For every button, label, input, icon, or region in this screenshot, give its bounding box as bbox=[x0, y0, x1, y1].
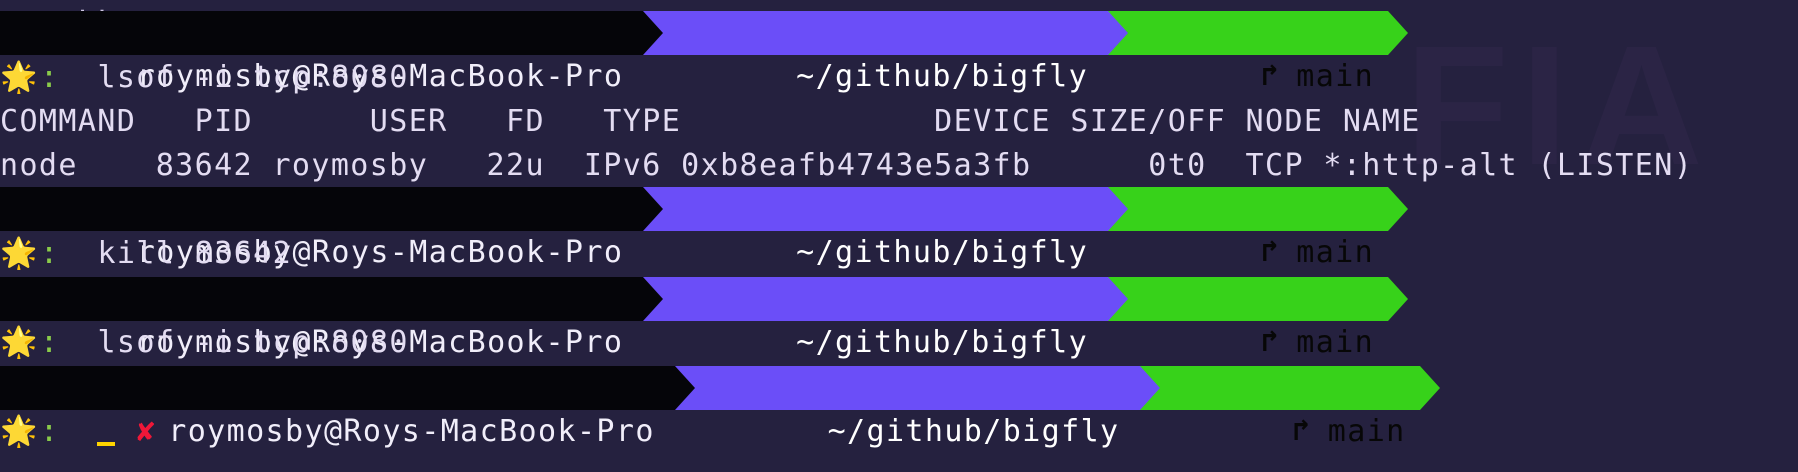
command-line-3[interactable]: 🌟: lsof -i tcp:8080 bbox=[0, 321, 409, 365]
command-line-1[interactable]: 🌟: lsof -i tcp:8080 bbox=[0, 56, 409, 100]
git-branch-icon: ↱ bbox=[1292, 413, 1312, 448]
prompt-git-arrow-icon bbox=[1388, 277, 1409, 321]
prompt-colon: : bbox=[40, 60, 60, 95]
prompt-user-arrow-icon bbox=[643, 277, 664, 321]
prompt-git-segment: ↱ main bbox=[1108, 11, 1409, 94]
prompt-path-segment: ~/github/bigfly bbox=[674, 366, 1160, 449]
git-branch-name: main bbox=[1296, 235, 1375, 270]
prompt-path-arrow-icon bbox=[1108, 277, 1129, 321]
prompt-colon: : bbox=[40, 414, 60, 449]
prompt-user-segment: roymosby@Roys-MacBook-Pro bbox=[0, 187, 664, 270]
git-branch-name: main bbox=[1327, 414, 1406, 449]
prompt-git-segment: ↱ main bbox=[1139, 366, 1440, 449]
git-branch-name: main bbox=[1296, 59, 1375, 94]
prompt-git-arrow-icon bbox=[1388, 187, 1409, 231]
star-icon: 🌟 bbox=[0, 60, 39, 95]
prompt-path-segment: ~/github/bigfly bbox=[643, 187, 1129, 270]
prompt-path-segment: ~/github/bigfly bbox=[643, 277, 1129, 360]
command-line-2[interactable]: 🌟: kill 83642 bbox=[0, 232, 292, 276]
prompt-user-arrow-icon bbox=[643, 11, 664, 55]
prompt-user-segment: roymosby@Roys-MacBook-Pro bbox=[0, 11, 664, 94]
text-cursor bbox=[97, 442, 116, 446]
lsof-output-row: node 83642 roymosby 22u IPv6 0xb8eafb474… bbox=[0, 148, 1694, 183]
prompt-line-3: roymosby@Roys-MacBook-Pro ~/github/bigfl… bbox=[0, 277, 1409, 360]
prompt-user-host: roymosby@Roys-MacBook-Pro bbox=[168, 414, 655, 449]
lsof-output-header: COMMAND PID USER FD TYPE DEVICE SIZE/OFF… bbox=[0, 104, 1421, 139]
prompt-line-2: roymosby@Roys-MacBook-Pro ~/github/bigfl… bbox=[0, 187, 1409, 270]
prompt-path: ~/github/bigfly bbox=[796, 59, 1089, 94]
prompt-colon: : bbox=[40, 236, 60, 271]
star-icon: 🌟 bbox=[0, 236, 39, 271]
prompt-path: ~/github/bigfly bbox=[796, 325, 1089, 360]
prompt-path-arrow-icon bbox=[1108, 187, 1129, 231]
current-command-line[interactable]: 🌟: bbox=[0, 410, 116, 454]
prompt-path: ~/github/bigfly bbox=[796, 235, 1089, 270]
prompt-path: ~/github/bigfly bbox=[827, 414, 1120, 449]
prompt-user-arrow-icon bbox=[643, 187, 664, 231]
git-branch-icon: ↱ bbox=[1260, 234, 1281, 269]
prompt-user-segment: ✘ roymosby@Roys-MacBook-Pro bbox=[0, 366, 695, 449]
command-text: lsof -i tcp:8080 bbox=[97, 60, 409, 95]
prompt-path-arrow-icon bbox=[1108, 11, 1129, 55]
command-text: kill 83642 bbox=[97, 236, 293, 271]
prompt-git-segment: ↱ main bbox=[1108, 187, 1409, 270]
terminal-window[interactable]: FIA LL roymosby@Roys-MacBook-Pro ~/githu… bbox=[0, 0, 1798, 472]
star-icon: 🌟 bbox=[0, 414, 39, 449]
git-branch-name: main bbox=[1296, 325, 1375, 360]
command-text: lsof -i tcp:8080 bbox=[97, 325, 409, 360]
git-branch-icon: ↱ bbox=[1260, 324, 1281, 359]
prompt-colon: : bbox=[40, 325, 60, 360]
error-status-icon: ✘ bbox=[136, 414, 157, 449]
git-branch-icon: ↱ bbox=[1260, 58, 1281, 93]
prompt-user-segment: roymosby@Roys-MacBook-Pro bbox=[0, 277, 664, 360]
prompt-line-4: ✘ roymosby@Roys-MacBook-Pro ~/github/bigf… bbox=[0, 366, 1440, 449]
prompt-path-arrow-icon bbox=[1139, 366, 1160, 410]
star-icon: 🌟 bbox=[0, 325, 39, 360]
prompt-user-arrow-icon bbox=[674, 366, 695, 410]
prompt-git-arrow-icon bbox=[1388, 11, 1409, 55]
prompt-line-1: roymosby@Roys-MacBook-Pro ~/github/bigfl… bbox=[0, 11, 1409, 94]
prompt-git-segment: ↱ main bbox=[1108, 277, 1409, 360]
prompt-path-segment: ~/github/bigfly bbox=[643, 11, 1129, 94]
prompt-git-arrow-icon bbox=[1419, 366, 1440, 410]
